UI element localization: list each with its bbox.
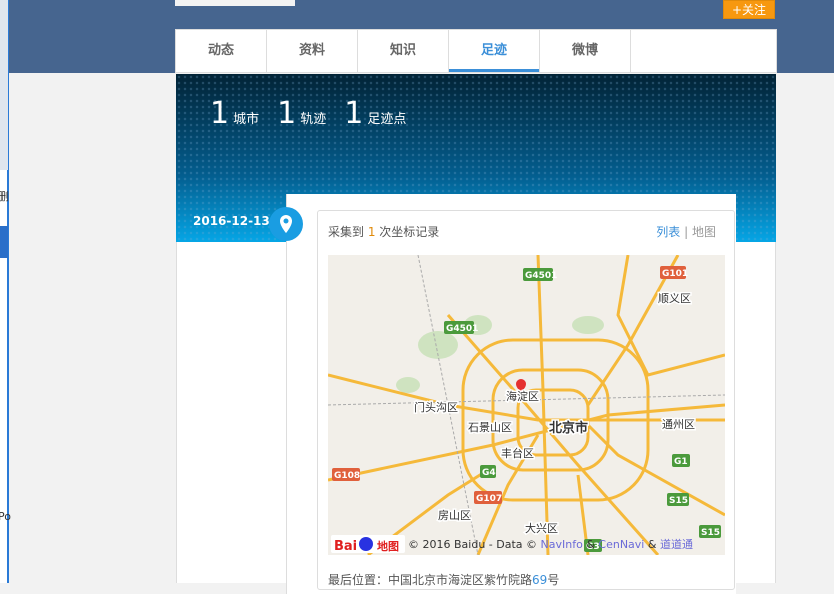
side-text: 删 <box>0 190 9 203</box>
road-shield: G101 <box>662 269 688 279</box>
search-box[interactable] <box>175 0 295 6</box>
tab-footprints[interactable]: 足迹 <box>449 30 540 72</box>
road-shield: G1 <box>674 457 688 467</box>
map-label: 石景山区 <box>468 421 512 434</box>
tab-knowledge[interactable]: 知识 <box>358 30 449 72</box>
separator: | <box>684 225 689 239</box>
road-shield: G107 <box>476 494 502 504</box>
baidu-map[interactable]: 顺义区 海淀区 门头沟区 石景山区 北京市 通州区 丰台区 房山区 大兴区 G4… <box>328 255 725 555</box>
map-copyright: © 2016 Baidu - Data © NavInfo & CenNavi … <box>408 538 693 551</box>
road-shield: G108 <box>334 471 360 481</box>
stat-tracks: 1 轨迹 <box>277 96 327 131</box>
tab-profile[interactable]: 资料 <box>267 30 358 72</box>
road-shield: S15 <box>669 496 688 506</box>
location-pin-icon <box>269 207 303 241</box>
map-label: 北京市 <box>549 420 588 436</box>
background-window: 删 Po <box>0 0 11 583</box>
follow-button[interactable]: +关注 <box>723 0 775 19</box>
svg-text:地图: 地图 <box>377 539 399 553</box>
map-label: 丰台区 <box>501 446 534 460</box>
list-view-link[interactable]: 列表 <box>656 225 680 239</box>
map-label: 海淀区 <box>506 389 539 403</box>
tab-weibo[interactable]: 微博 <box>540 30 631 72</box>
map-label: 房山区 <box>438 509 471 522</box>
road-shield: G4501 <box>525 271 557 281</box>
stat-points: 1 足迹点 <box>344 96 407 131</box>
road-shield: G4501 <box>446 324 478 334</box>
road-shield: S15 <box>701 528 720 538</box>
stat-cities: 1 城市 <box>210 96 260 131</box>
map-view-link[interactable]: 地图 <box>692 225 716 239</box>
map-label: 大兴区 <box>525 521 558 535</box>
tab-dynamics[interactable]: 动态 <box>176 30 267 72</box>
last-location: 最后位置：中国北京市海淀区紫竹院路69号 <box>328 573 560 587</box>
baidu-logo: Bai 地图 <box>331 535 405 554</box>
map-label: 通州区 <box>662 418 695 431</box>
timeline-date: 2016-12-13 <box>193 214 270 228</box>
profile-tabs: 动态 资料 知识 足迹 微博 <box>175 29 777 73</box>
map-label: 门头沟区 <box>414 400 458 414</box>
map-label: 顺义区 <box>658 292 691 305</box>
record-summary: 采集到 1 次坐标记录 <box>328 225 440 239</box>
side-text: Po <box>0 510 11 523</box>
road-shield: G4 <box>482 468 496 478</box>
svg-text:Bai: Bai <box>334 539 357 554</box>
